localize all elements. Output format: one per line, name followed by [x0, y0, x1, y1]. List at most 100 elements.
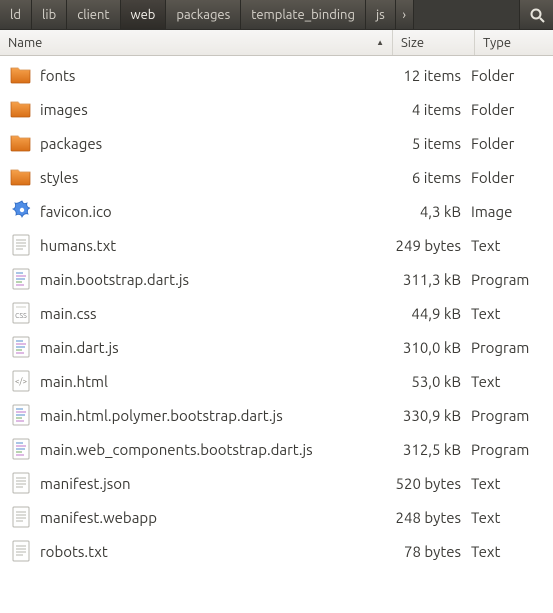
- file-size: 4 items: [389, 101, 471, 118]
- file-list: fonts12 itemsFolderimages4 itemsFolderpa…: [0, 56, 553, 568]
- folder-icon: [6, 97, 36, 121]
- file-name: fonts: [36, 67, 389, 84]
- file-size: 248 bytes: [389, 509, 471, 526]
- breadcrumb-item-label: packages: [176, 8, 230, 22]
- breadcrumb-item-label: js: [376, 8, 385, 22]
- file-type: Folder: [471, 101, 549, 118]
- file-type: Folder: [471, 135, 549, 152]
- column-header-name[interactable]: Name ▲: [0, 30, 393, 55]
- file-size: 5 items: [389, 135, 471, 152]
- breadcrumb-item-label: lib: [42, 8, 56, 22]
- script-icon: [6, 335, 36, 359]
- file-name: main.dart.js: [36, 339, 389, 356]
- breadcrumb-item-label: ld: [10, 8, 21, 22]
- file-row[interactable]: humans.txt249 bytesText: [4, 228, 553, 262]
- file-name: main.html.polymer.bootstrap.dart.js: [36, 407, 389, 424]
- script-icon: [6, 403, 36, 427]
- file-size: 12 items: [389, 67, 471, 84]
- file-type: Image: [471, 203, 549, 220]
- file-type: Program: [471, 271, 549, 288]
- file-size: 44,9 kB: [389, 305, 471, 322]
- file-row[interactable]: styles6 itemsFolder: [4, 160, 553, 194]
- file-row[interactable]: main.html.polymer.bootstrap.dart.js330,9…: [4, 398, 553, 432]
- file-type: Folder: [471, 169, 549, 186]
- search-icon: [529, 7, 545, 23]
- breadcrumb: ld lib client web packages template_binding js…: [0, 0, 553, 30]
- file-row[interactable]: manifest.json520 bytesText: [4, 466, 553, 500]
- file-row[interactable]: favicon.ico4,3 kBImage: [4, 194, 553, 228]
- file-size: 78 bytes: [389, 543, 471, 560]
- breadcrumb-item[interactable]: ld: [0, 0, 32, 29]
- script-icon: [6, 437, 36, 461]
- script-icon: [6, 267, 36, 291]
- file-size: 330,9 kB: [389, 407, 471, 424]
- file-size: 249 bytes: [389, 237, 471, 254]
- breadcrumb-item[interactable]: packages: [166, 0, 241, 29]
- file-row[interactable]: main.html53,0 kBText: [4, 364, 553, 398]
- text-icon: [6, 539, 36, 563]
- column-header-size-label: Size: [401, 36, 424, 50]
- file-name: manifest.json: [36, 475, 389, 492]
- file-type: Program: [471, 441, 549, 458]
- file-name: robots.txt: [36, 543, 389, 560]
- file-row[interactable]: main.bootstrap.dart.js311,3 kBProgram: [4, 262, 553, 296]
- breadcrumb-item[interactable]: client: [67, 0, 120, 29]
- file-row[interactable]: fonts12 itemsFolder: [4, 58, 553, 92]
- overflow-glyph-icon: ›: [402, 8, 406, 22]
- file-name: images: [36, 101, 389, 118]
- column-header-size[interactable]: Size: [393, 30, 475, 55]
- html-icon: [6, 369, 36, 393]
- file-row[interactable]: robots.txt78 bytesText: [4, 534, 553, 568]
- file-size: 312,5 kB: [389, 441, 471, 458]
- favicon-icon: [6, 199, 36, 223]
- breadcrumb-overflow[interactable]: ›: [396, 0, 414, 29]
- file-size: 4,3 kB: [389, 203, 471, 220]
- file-name: humans.txt: [36, 237, 389, 254]
- sort-ascending-icon: ▲: [376, 38, 384, 47]
- file-name: packages: [36, 135, 389, 152]
- file-type: Text: [471, 475, 549, 492]
- file-name: main.html: [36, 373, 389, 390]
- text-icon: [6, 505, 36, 529]
- text-icon: [6, 233, 36, 257]
- breadcrumb-item-label: client: [77, 8, 109, 22]
- column-header-type[interactable]: Type: [475, 30, 553, 55]
- file-size: 310,0 kB: [389, 339, 471, 356]
- file-type: Text: [471, 509, 549, 526]
- search-button[interactable]: [519, 0, 553, 29]
- column-header-type-label: Type: [483, 36, 511, 50]
- file-type: Text: [471, 373, 549, 390]
- file-row[interactable]: main.web_components.bootstrap.dart.js312…: [4, 432, 553, 466]
- folder-icon: [6, 165, 36, 189]
- file-type: Program: [471, 339, 549, 356]
- breadcrumb-item-label: template_binding: [251, 8, 355, 22]
- file-name: favicon.ico: [36, 203, 389, 220]
- folder-icon: [6, 63, 36, 87]
- file-name: styles: [36, 169, 389, 186]
- column-header-name-label: Name: [8, 36, 42, 50]
- file-size: 520 bytes: [389, 475, 471, 492]
- breadcrumb-item[interactable]: web: [121, 0, 167, 29]
- column-headers: Name ▲ Size Type: [0, 30, 553, 56]
- file-type: Text: [471, 305, 549, 322]
- breadcrumb-item-label: web: [131, 8, 156, 22]
- text-icon: [6, 471, 36, 495]
- file-row[interactable]: main.css44,9 kBText: [4, 296, 553, 330]
- file-name: manifest.webapp: [36, 509, 389, 526]
- css-icon: [6, 301, 36, 325]
- breadcrumb-item[interactable]: js: [366, 0, 396, 29]
- breadcrumb-spacer: [414, 0, 519, 29]
- file-type: Text: [471, 543, 549, 560]
- breadcrumb-item[interactable]: template_binding: [241, 0, 366, 29]
- file-row[interactable]: manifest.webapp248 bytesText: [4, 500, 553, 534]
- file-name: main.web_components.bootstrap.dart.js: [36, 441, 389, 458]
- file-row[interactable]: packages5 itemsFolder: [4, 126, 553, 160]
- breadcrumb-item[interactable]: lib: [32, 0, 67, 29]
- file-type: Text: [471, 237, 549, 254]
- file-type: Program: [471, 407, 549, 424]
- file-row[interactable]: main.dart.js310,0 kBProgram: [4, 330, 553, 364]
- file-name: main.bootstrap.dart.js: [36, 271, 389, 288]
- file-type: Folder: [471, 67, 549, 84]
- file-row[interactable]: images4 itemsFolder: [4, 92, 553, 126]
- folder-icon: [6, 131, 36, 155]
